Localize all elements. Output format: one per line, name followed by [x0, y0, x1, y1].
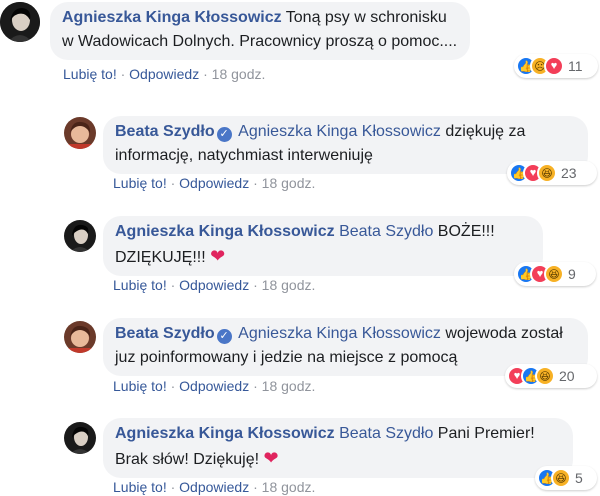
avatar[interactable] [0, 2, 40, 42]
reaction-count: 5 [575, 470, 583, 486]
like-link[interactable]: Lubię to! [63, 66, 117, 82]
reaction-count: 9 [568, 266, 576, 282]
comment-time[interactable]: 18 godz. [262, 277, 316, 293]
haha-icon: 😆 [535, 366, 555, 386]
comment-mention[interactable]: Agnieszka Kinga Kłossowicz [238, 123, 441, 140]
haha-icon: 😆 [537, 163, 557, 183]
love-icon: ♥ [544, 56, 564, 76]
comment-bubble: Agnieszka Kinga Kłossowicz Beata Szydło … [103, 418, 573, 478]
comment-actions: Lubię to! · Odpowiedz · 18 godz. [113, 277, 316, 293]
reply-link[interactable]: Odpowiedz [179, 378, 249, 394]
avatar[interactable] [64, 117, 96, 149]
comment-author[interactable]: Agnieszka Kinga Kłossowicz [115, 223, 335, 240]
comment-actions: Lubię to! · Odpowiedz · 18 godz. [113, 175, 316, 191]
comment-mention[interactable]: Beata Szydło [339, 425, 433, 442]
haha-icon: 😆 [551, 468, 571, 488]
comment-time[interactable]: 18 godz. [262, 378, 316, 394]
comment-bubble: Agnieszka Kinga Kłossowicz Toną psy w sc… [50, 2, 470, 60]
haha-icon: 😆 [544, 264, 564, 284]
like-link[interactable]: Lubię to! [113, 175, 167, 191]
avatar[interactable] [64, 422, 96, 454]
verified-badge-icon: ✓ [216, 127, 232, 142]
comment-actions: Lubię to! · Odpowiedz · 18 godz. [63, 66, 266, 82]
comment-author[interactable]: Agnieszka Kinga Kłossowicz [115, 425, 335, 442]
like-link[interactable]: Lubię to! [113, 378, 167, 394]
reaction-summary[interactable]: 👍 ♥ 😆 9 [514, 262, 596, 286]
reaction-summary[interactable]: ♥ 👍 😆 20 [505, 364, 597, 388]
reaction-count: 11 [568, 58, 583, 74]
verified-badge-icon: ✓ [216, 329, 232, 344]
heart-emoji-icon: ❤ [263, 448, 279, 468]
reaction-count: 20 [559, 368, 575, 384]
reaction-count: 23 [561, 165, 577, 181]
comment-actions: Lubię to! · Odpowiedz · 18 godz. [113, 378, 316, 394]
reaction-summary[interactable]: 👍 ☹ ♥ 11 [514, 54, 598, 78]
comment-actions: Lubię to! · Odpowiedz · 18 godz. [113, 479, 316, 495]
avatar[interactable] [64, 321, 96, 353]
comment-author[interactable]: Beata Szydło [115, 123, 215, 140]
reply-link[interactable]: Odpowiedz [179, 277, 249, 293]
comment-time[interactable]: 18 godz. [262, 479, 316, 495]
comment-bubble: Agnieszka Kinga Kłossowicz Beata Szydło … [103, 216, 543, 276]
comment-mention[interactable]: Agnieszka Kinga Kłossowicz [238, 325, 441, 342]
avatar[interactable] [64, 220, 96, 252]
like-link[interactable]: Lubię to! [113, 479, 167, 495]
reply-link[interactable]: Odpowiedz [179, 479, 249, 495]
comment-author[interactable]: Beata Szydło [115, 325, 215, 342]
comment-mention[interactable]: Beata Szydło [339, 223, 433, 240]
reaction-summary[interactable]: 👍 ♥ 😆 23 [507, 161, 597, 185]
reaction-summary[interactable]: 👍 😆 5 [535, 466, 597, 490]
heart-emoji-icon: ❤ [210, 246, 226, 266]
reply-link[interactable]: Odpowiedz [129, 66, 199, 82]
like-link[interactable]: Lubię to! [113, 277, 167, 293]
comment-time[interactable]: 18 godz. [262, 175, 316, 191]
reply-link[interactable]: Odpowiedz [179, 175, 249, 191]
comment-time[interactable]: 18 godz. [212, 66, 266, 82]
comment-author[interactable]: Agnieszka Kinga Kłossowicz [62, 9, 282, 26]
